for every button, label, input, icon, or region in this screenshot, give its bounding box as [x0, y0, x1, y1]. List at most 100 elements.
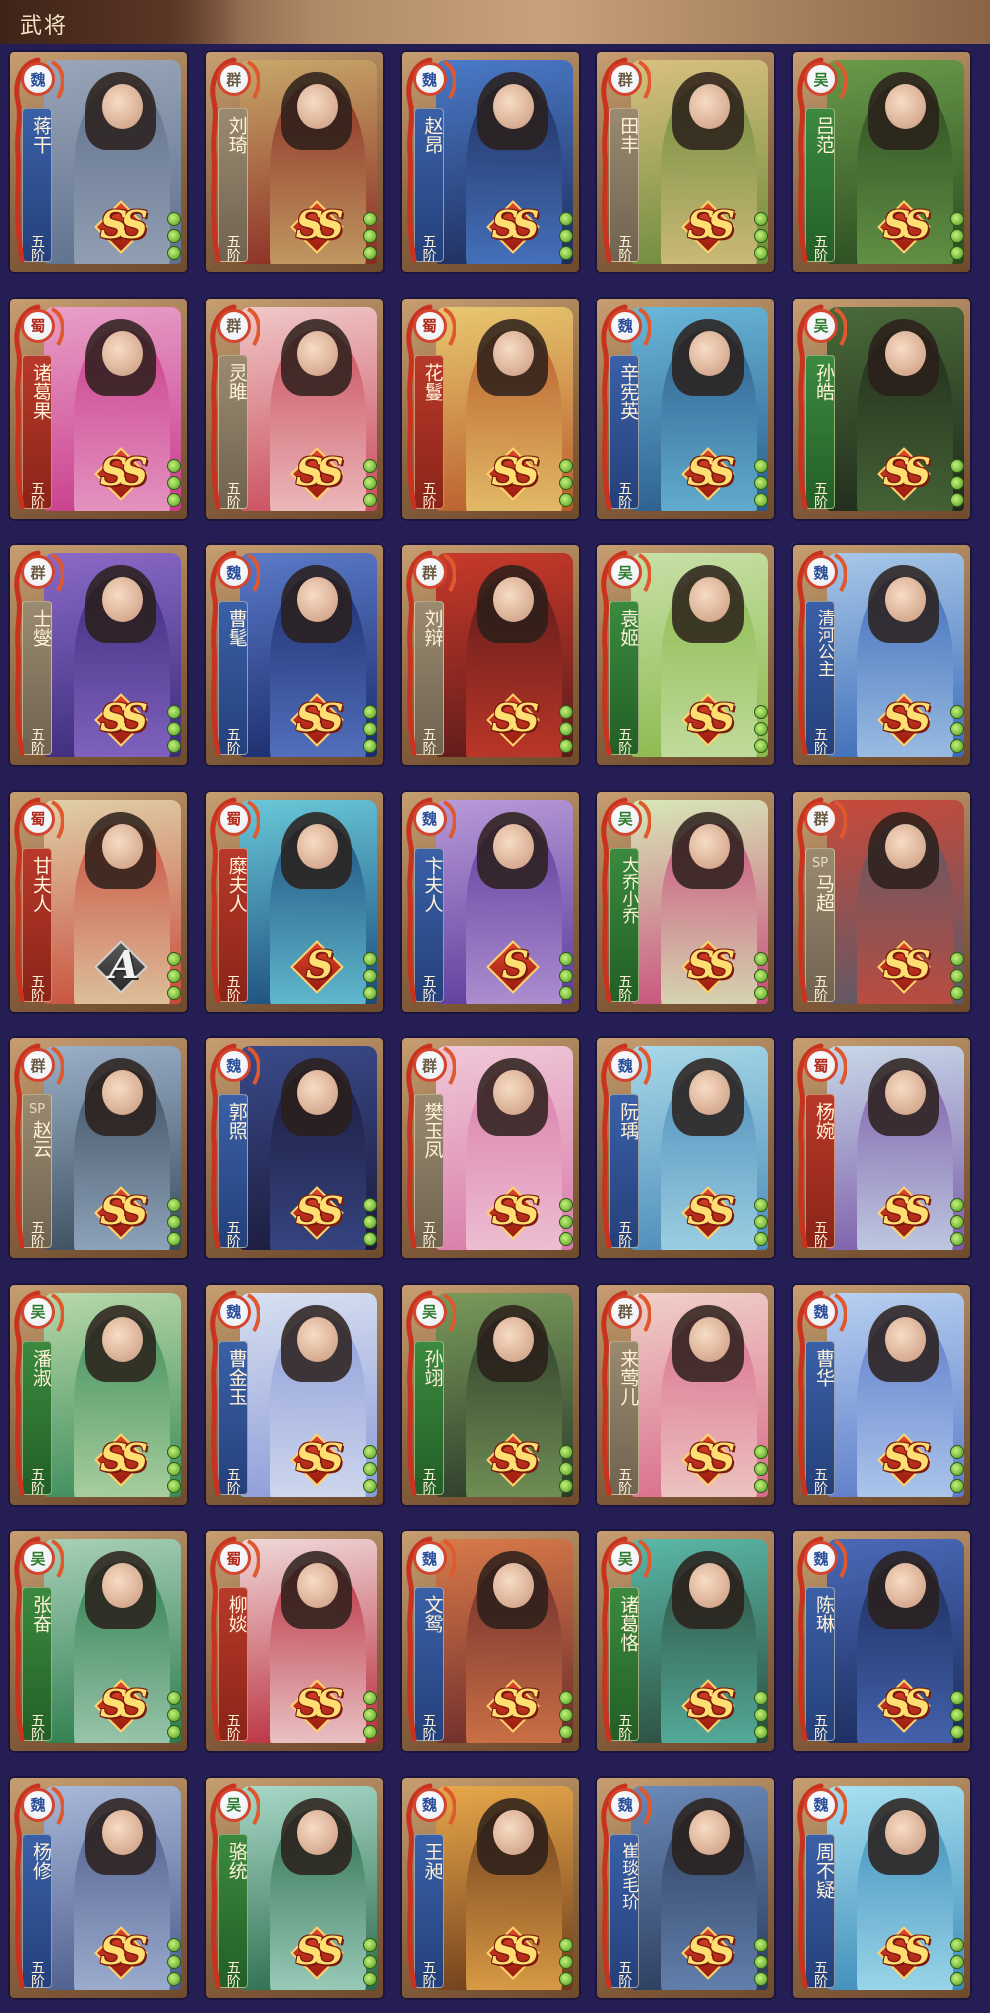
faction-badge-icon: 魏	[216, 1294, 251, 1329]
general-card[interactable]: SP 赵云 五阶 群 SS	[8, 1036, 189, 1260]
general-card[interactable]: 辛宪英 五阶 魏 SS	[595, 296, 777, 521]
tier-label: 五阶	[805, 1960, 835, 1988]
pip-icon	[754, 1198, 769, 1212]
general-card[interactable]: 张奋 五阶 吴 SS	[8, 1529, 189, 1753]
rank-emblem: SS	[80, 1432, 162, 1489]
tier-label: 五阶	[22, 234, 52, 262]
tier-text: 五阶	[224, 480, 241, 509]
general-name: 周不疑	[805, 1842, 835, 1899]
general-name: 陈琳	[805, 1595, 835, 1633]
general-card[interactable]: 卞夫人 五阶 魏 S	[399, 789, 581, 1014]
general-card[interactable]: 袁姬 五阶 吴 SS	[595, 543, 777, 767]
general-card[interactable]: 曹华 五阶 魏 SS	[791, 1282, 972, 1507]
upgrade-pips	[754, 705, 769, 753]
sp-label: SP	[28, 1102, 46, 1117]
rank-emblem: SS	[276, 1186, 358, 1242]
upgrade-pips	[362, 458, 377, 507]
general-name: 王昶	[414, 1842, 444, 1880]
general-card[interactable]: 阮瑀 五阶 魏 SS	[595, 1036, 777, 1260]
pip-icon	[362, 458, 377, 473]
general-card[interactable]: 士燮 五阶 群 SS	[8, 543, 189, 767]
pip-icon	[950, 212, 964, 226]
pip-icon	[362, 968, 377, 983]
upgrade-pips	[950, 951, 964, 1000]
tier-text: 五阶	[812, 1220, 828, 1248]
general-card[interactable]: 杨婉 五阶 蜀 SS	[791, 1036, 972, 1260]
pip-icon	[558, 1215, 573, 1229]
rank-letters: SS	[687, 1434, 735, 1480]
general-name-text: 文鸳	[421, 1595, 444, 1633]
pip-icon	[167, 246, 181, 260]
general-card[interactable]: 甘夫人 五阶 蜀 A	[8, 789, 189, 1014]
rank-emblem: SS	[667, 1186, 749, 1242]
general-card[interactable]: 文鸳 五阶 魏 SS	[399, 1529, 581, 1753]
general-card[interactable]: 蒋干 五阶 魏 SS	[8, 50, 189, 274]
general-card[interactable]: 王昶 五阶 魏 SS	[399, 1775, 581, 2000]
general-card[interactable]: 潘淑 五阶 吴 SS	[8, 1282, 189, 1507]
rank-emblem: SS	[667, 939, 749, 996]
general-name: 文鸳	[414, 1595, 444, 1633]
faction-badge-icon: 吴	[804, 308, 838, 343]
general-card[interactable]: 曹金玉 五阶 魏 SS	[203, 1282, 385, 1507]
rank-emblem: SS	[80, 693, 162, 749]
general-card[interactable]: 田丰 五阶 群 SS	[595, 50, 777, 274]
general-name: 蒋干	[22, 116, 52, 154]
pip-icon	[167, 1444, 181, 1459]
tier-label: 五阶	[22, 1960, 52, 1988]
general-card[interactable]: 陈琳 五阶 魏 SS	[791, 1529, 972, 1753]
general-card[interactable]: 吕范 五阶 吴 SS	[791, 50, 972, 274]
pip-icon	[558, 492, 573, 507]
tier-text: 五阶	[224, 973, 241, 1002]
general-card[interactable]: 刘辩 五阶 群 SS	[399, 543, 581, 767]
faction-badge-icon: 魏	[216, 555, 251, 589]
general-name: 甘夫人	[22, 856, 52, 913]
faction-badge-icon: 魏	[412, 1541, 447, 1575]
general-card[interactable]: 诸葛果 五阶 蜀 SS	[8, 296, 189, 521]
general-card[interactable]: 骆统 五阶 吴 SS	[203, 1775, 385, 2000]
rank-letters: SS	[882, 1927, 931, 1973]
general-card[interactable]: 曹髦 五阶 魏 SS	[203, 543, 385, 767]
faction-badge-icon: 魏	[21, 1787, 55, 1822]
rank-emblem: SS	[863, 939, 945, 996]
general-card[interactable]: 郭照 五阶 魏 SS	[203, 1036, 385, 1260]
general-name: 潘淑	[22, 1349, 52, 1387]
rank-emblem: SS	[472, 1925, 554, 1982]
pip-icon	[167, 1971, 181, 1986]
general-card[interactable]: 赵昂 五阶 魏 SS	[399, 50, 581, 274]
general-card[interactable]: 大乔小乔 五阶 吴 SS	[595, 789, 777, 1014]
general-card[interactable]: 糜夫人 五阶 蜀 S	[203, 789, 385, 1014]
tier-label: 五阶	[805, 1467, 835, 1495]
general-card[interactable]: 杨修 五阶 魏 SS	[8, 1775, 189, 2000]
faction-badge-icon: 群	[216, 62, 251, 96]
upgrade-pips	[950, 1937, 964, 1986]
rank-emblem: SS	[276, 446, 358, 503]
pip-icon	[558, 722, 573, 736]
general-name: 赵云	[22, 1120, 52, 1158]
general-name: 糜夫人	[218, 856, 248, 913]
pip-icon	[558, 1691, 573, 1705]
general-card[interactable]: 诸葛恪 五阶 吴 SS	[595, 1529, 777, 1753]
general-card[interactable]: 樊玉凤 五阶 群 SS	[399, 1036, 581, 1260]
faction-badge-icon: 魏	[412, 62, 447, 96]
rank-emblem: SS	[667, 1432, 749, 1489]
pip-icon	[167, 492, 181, 507]
general-card[interactable]: 花鬘 五阶 蜀 SS	[399, 296, 581, 521]
general-card[interactable]: 来莺儿 五阶 群 SS	[595, 1282, 777, 1507]
general-card[interactable]: 孙翊 五阶 吴 SS	[399, 1282, 581, 1507]
general-card[interactable]: SP 马超 五阶 群 SS	[791, 789, 972, 1014]
general-card[interactable]: 崔琰毛玠 五阶 魏 SS	[595, 1775, 777, 2000]
rank-letters: SS	[99, 1681, 148, 1726]
pip-icon	[950, 1461, 964, 1476]
general-card[interactable]: 柳婒 五阶 蜀 SS	[203, 1529, 385, 1753]
general-name-text: 周不疑	[813, 1841, 835, 1899]
general-card[interactable]: 灵雎 五阶 群 SS	[203, 296, 385, 521]
general-card[interactable]: 清河公主 五阶 魏 SS	[791, 543, 972, 767]
pip-icon	[558, 1954, 573, 1969]
general-name: 诸葛恪	[609, 1595, 639, 1652]
general-card[interactable]: 周不疑 五阶 魏 SS	[791, 1775, 972, 2000]
upgrade-pips	[362, 1198, 377, 1246]
upgrade-pips	[167, 951, 181, 1000]
general-card[interactable]: 刘琦 五阶 群 SS	[203, 50, 385, 274]
upgrade-pips	[754, 951, 769, 1000]
general-card[interactable]: 孙皓 五阶 吴 SS	[791, 296, 972, 521]
